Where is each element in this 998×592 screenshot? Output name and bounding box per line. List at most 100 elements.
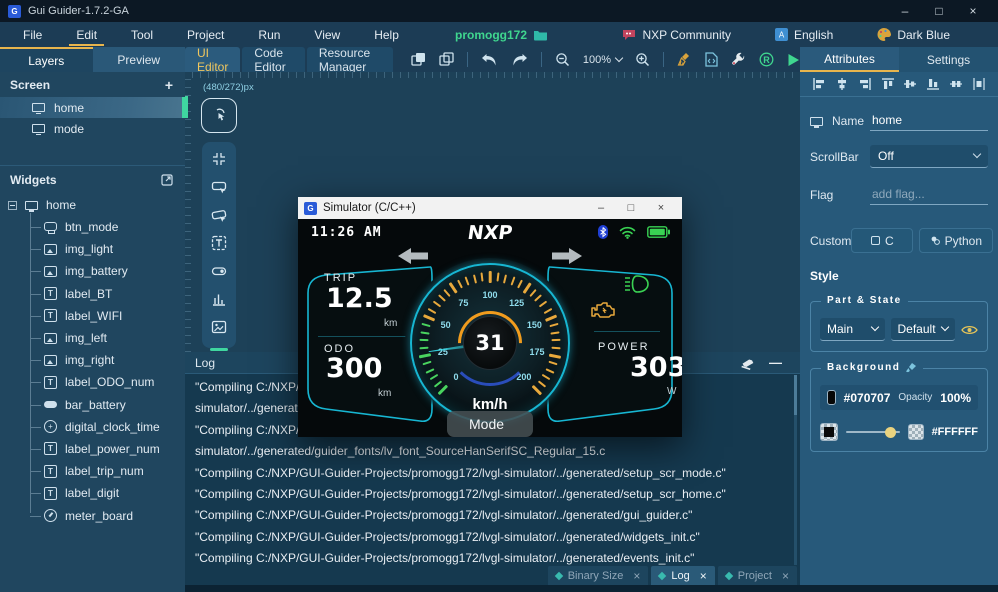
- image-widget-icon[interactable]: [211, 319, 227, 335]
- gradient-end-swatch[interactable]: [907, 424, 924, 440]
- cursor-tool-button[interactable]: [201, 98, 237, 133]
- screen-item[interactable]: home: [0, 97, 185, 118]
- expand-panel-icon[interactable]: [161, 174, 173, 186]
- gradient-slider[interactable]: [846, 426, 900, 438]
- switch-widget-icon[interactable]: [211, 263, 227, 279]
- widget-type-icon: [44, 243, 57, 256]
- tree-item[interactable]: bar_battery: [30, 394, 185, 416]
- gradient-slider-knob[interactable]: [884, 426, 896, 438]
- bottom-tab[interactable]: Binary Size ×: [547, 566, 649, 585]
- generate-code-icon[interactable]: [705, 52, 718, 67]
- menu-item[interactable]: Run: [241, 22, 297, 47]
- chart-widget-icon[interactable]: [211, 291, 227, 307]
- close-icon[interactable]: ×: [633, 569, 640, 583]
- bottom-tab[interactable]: Project ×: [717, 566, 797, 585]
- menu-item[interactable]: Project: [170, 22, 241, 47]
- menu-item[interactable]: View: [297, 22, 357, 47]
- tree-root-home[interactable]: home: [8, 194, 185, 216]
- close-icon[interactable]: ×: [700, 569, 707, 583]
- close-icon[interactable]: ×: [782, 569, 789, 583]
- state-select[interactable]: Default: [890, 318, 955, 341]
- simulator-minimize-button[interactable]: –: [586, 202, 616, 214]
- clear-log-icon[interactable]: [740, 356, 755, 370]
- tree-item[interactable]: label_BT: [30, 283, 185, 305]
- eye-icon[interactable]: [961, 324, 978, 336]
- menu-item[interactable]: Tool: [114, 22, 170, 47]
- tree-item[interactable]: meter_board: [30, 504, 185, 526]
- tree-item[interactable]: label_digit: [30, 482, 185, 504]
- label-widget-icon[interactable]: [211, 235, 227, 251]
- nxp-community-link[interactable]: NXP Community: [600, 28, 752, 42]
- tree-item[interactable]: label_ODO_num: [30, 371, 185, 393]
- undo-icon[interactable]: [481, 53, 498, 67]
- name-input[interactable]: [870, 111, 988, 131]
- align-middle-icon[interactable]: [903, 77, 917, 91]
- window-minimize-button[interactable]: –: [888, 4, 922, 18]
- imgbtn-widget-icon[interactable]: [211, 207, 227, 223]
- bring-forward-icon[interactable]: [411, 52, 426, 67]
- clean-icon[interactable]: [677, 52, 692, 67]
- editor-tab[interactable]: UI Editor: [185, 46, 241, 74]
- log-scrollbar[interactable]: [794, 375, 797, 565]
- simulator-window[interactable]: G Simulator (C/C++) – □ × 11:26 AM NXP T…: [298, 197, 682, 437]
- collapse-icon[interactable]: [8, 200, 17, 210]
- window-close-button[interactable]: ×: [956, 4, 990, 18]
- gradient-start-swatch[interactable]: [820, 423, 838, 441]
- distribute-v-icon[interactable]: [972, 77, 986, 91]
- mode-button[interactable]: Mode: [447, 411, 533, 437]
- bluetooth-icon: [598, 225, 608, 239]
- window-maximize-button[interactable]: □: [922, 4, 956, 18]
- bg-color-swatch[interactable]: [827, 390, 836, 405]
- collapse-log-icon[interactable]: —: [769, 356, 782, 369]
- editor-tab[interactable]: Resource Manager: [306, 46, 393, 74]
- menu-item[interactable]: Edit: [59, 22, 114, 47]
- editor-tab[interactable]: Code Editor: [242, 46, 305, 74]
- align-left-icon[interactable]: [812, 77, 826, 91]
- tree-item[interactable]: label_trip_num: [30, 460, 185, 482]
- play-icon[interactable]: [787, 53, 800, 67]
- zoom-level[interactable]: 100%: [583, 53, 624, 66]
- send-backward-icon[interactable]: [439, 52, 454, 67]
- button-widget-icon[interactable]: [211, 179, 227, 195]
- language-selector[interactable]: A English: [753, 28, 855, 42]
- bottom-tab[interactable]: Log ×: [651, 566, 715, 585]
- tree-item[interactable]: label_WIFI: [30, 305, 185, 327]
- custom-python-button[interactable]: Python: [919, 228, 994, 253]
- zoom-out-icon[interactable]: [555, 52, 570, 67]
- redo-icon[interactable]: [511, 53, 528, 67]
- collapse-palette-icon[interactable]: [211, 151, 227, 167]
- align-center-h-icon[interactable]: [835, 77, 849, 91]
- build-icon[interactable]: [731, 52, 746, 67]
- scrollbar-select[interactable]: Off: [870, 145, 988, 168]
- simulator-close-button[interactable]: ×: [646, 202, 676, 214]
- horizontal-ruler: [192, 72, 800, 78]
- tree-item[interactable]: img_light: [30, 238, 185, 260]
- part-select[interactable]: Main: [820, 318, 885, 341]
- registered-run-icon[interactable]: R: [759, 52, 774, 67]
- flag-input[interactable]: [870, 185, 988, 205]
- theme-selector[interactable]: Dark Blue: [855, 28, 972, 42]
- simulator-titlebar[interactable]: G Simulator (C/C++) – □ ×: [298, 197, 682, 219]
- add-screen-button[interactable]: +: [165, 78, 173, 92]
- menu-item[interactable]: File: [6, 22, 59, 47]
- align-right-icon[interactable]: [858, 77, 872, 91]
- distribute-h-icon[interactable]: [949, 77, 963, 91]
- zoom-in-icon[interactable]: [635, 52, 650, 67]
- tree-item[interactable]: img_right: [30, 349, 185, 371]
- tree-item[interactable]: digital_clock_time: [30, 416, 185, 438]
- menu-item[interactable]: Help: [357, 22, 416, 47]
- right-panel-tab[interactable]: Attributes: [800, 47, 899, 72]
- left-panel-tab[interactable]: Layers: [0, 47, 93, 72]
- project-indicator[interactable]: promogg172: [455, 22, 548, 47]
- tree-item[interactable]: img_battery: [30, 260, 185, 282]
- align-bottom-icon[interactable]: [926, 77, 940, 91]
- simulator-maximize-button[interactable]: □: [616, 202, 646, 214]
- tree-item[interactable]: label_power_num: [30, 438, 185, 460]
- tree-item[interactable]: img_left: [30, 327, 185, 349]
- screen-item[interactable]: mode: [0, 118, 185, 139]
- align-top-icon[interactable]: [881, 77, 895, 91]
- custom-c-button[interactable]: C: [851, 228, 914, 253]
- left-panel-tab[interactable]: Preview: [92, 47, 185, 72]
- tree-item[interactable]: btn_mode: [30, 216, 185, 238]
- right-panel-tab[interactable]: Settings: [899, 47, 998, 72]
